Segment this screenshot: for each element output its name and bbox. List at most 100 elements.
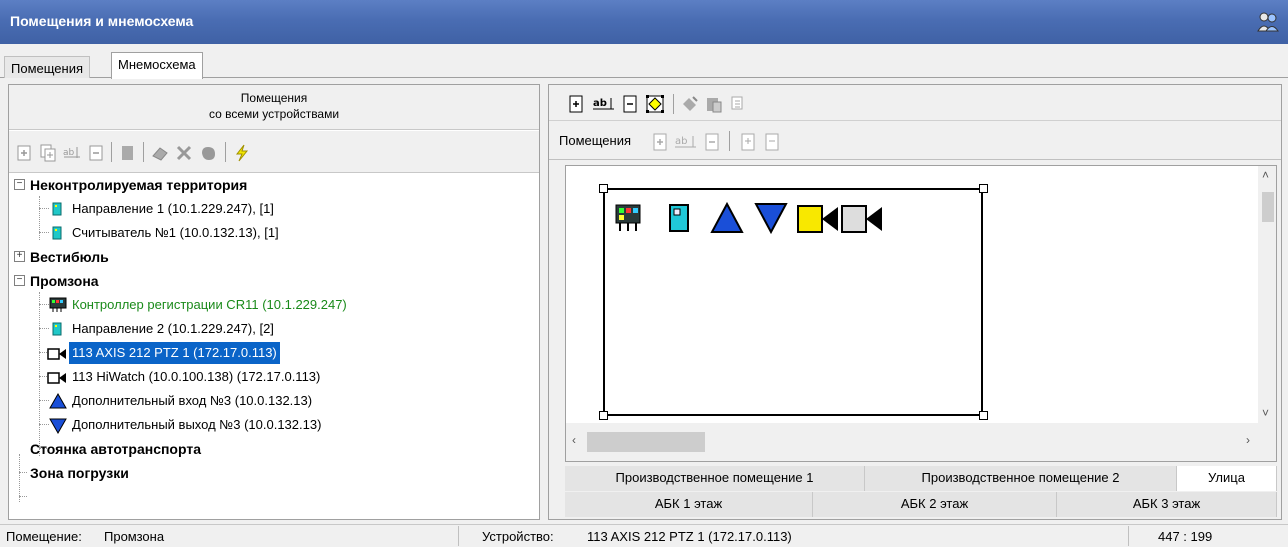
tree-item-loading-zone[interactable]: Зона погрузки bbox=[27, 462, 132, 486]
tree-item-label: Зона погрузки bbox=[30, 465, 129, 481]
eraser-icon[interactable] bbox=[151, 144, 169, 162]
select-icon[interactable] bbox=[645, 94, 665, 114]
exit-triangle-icon bbox=[49, 418, 67, 434]
svg-text:ab: ab bbox=[675, 136, 687, 147]
direction-icon bbox=[52, 322, 62, 336]
tree-item-extra-exit-3[interactable]: Дополнительный выход №3 (10.0.132.13) bbox=[69, 414, 324, 438]
tree-item-direction-1[interactable]: Направление 1 (10.1.229.247), [1] bbox=[69, 198, 277, 222]
tree-item-label: Промзона bbox=[30, 273, 99, 289]
status-coords: 447 : 199 bbox=[1158, 529, 1213, 544]
tree-item-hiwatch[interactable]: 113 HiWatch (10.0.100.138) (172.17.0.113… bbox=[69, 366, 323, 390]
add-room-icon[interactable] bbox=[15, 144, 33, 162]
stop-icon[interactable] bbox=[119, 144, 137, 162]
export-icon[interactable] bbox=[763, 133, 781, 151]
resize-handle[interactable] bbox=[979, 184, 988, 193]
plan-tabs-row-1: Производственное помещение 1 Производств… bbox=[565, 466, 1277, 491]
tree-item-label: Контроллер регистрации CR11 (10.1.229.24… bbox=[72, 297, 347, 312]
rooms-plan-toolbar: Помещения ab bbox=[549, 122, 1281, 160]
camera-icon[interactable] bbox=[796, 204, 840, 234]
status-bar: Помещение: Промзона Устройство: 113 AXIS… bbox=[0, 524, 1288, 547]
camera-icon bbox=[47, 348, 66, 360]
tree-item-controller-cr11[interactable]: Контроллер регистрации CR11 (10.1.229.24… bbox=[69, 294, 350, 318]
vertical-scrollbar[interactable]: ˄ ˅ bbox=[1258, 166, 1276, 424]
exit-triangle-icon[interactable] bbox=[754, 202, 788, 234]
scroll-down-arrow-icon[interactable]: ˅ bbox=[1262, 406, 1269, 420]
camera-icon[interactable] bbox=[840, 204, 884, 234]
delete-icon[interactable] bbox=[87, 144, 105, 162]
users-icon[interactable] bbox=[1256, 9, 1280, 33]
rename-icon[interactable]: ab bbox=[63, 144, 81, 162]
rename-room-icon[interactable]: ab bbox=[675, 133, 697, 151]
delete-room-icon[interactable] bbox=[703, 133, 721, 151]
window-title: Помещения и мнемосхема bbox=[10, 13, 194, 29]
scroll-right-arrow-icon[interactable]: › bbox=[1246, 433, 1250, 447]
tree-item-promzona[interactable]: Промзона bbox=[27, 270, 102, 294]
cross-icon[interactable] bbox=[175, 144, 193, 162]
tab-abk-floor-2[interactable]: АБК 2 этаж bbox=[813, 492, 1057, 517]
tab-abk-floor-1[interactable]: АБК 1 этаж bbox=[565, 492, 813, 517]
tree-item-uncontrolled-territory[interactable]: Неконтролируемая территория bbox=[27, 174, 250, 198]
rooms-panel-header[interactable]: Помещения со всеми устройствами bbox=[9, 85, 539, 130]
add-copy-icon[interactable] bbox=[39, 144, 57, 162]
tree-item-reader-1[interactable]: Считыватель №1 (10.0.132.13), [1] bbox=[69, 222, 282, 246]
import-icon[interactable] bbox=[739, 133, 757, 151]
status-device-value: 113 AXIS 212 PTZ 1 (172.17.0.113) bbox=[587, 529, 792, 544]
plan-tabs-row-2: АБК 1 этаж АБК 2 этаж АБК 3 этаж bbox=[565, 492, 1277, 517]
tab-rooms[interactable]: Помещения bbox=[4, 56, 91, 78]
tree-item-parking[interactable]: Стоянка автотранспорта bbox=[27, 438, 204, 462]
tree-item-label: Стоянка автотранспорта bbox=[30, 441, 201, 457]
resize-handle[interactable] bbox=[599, 184, 608, 193]
collapse-toggle[interactable]: − bbox=[14, 179, 25, 190]
rooms-panel: Помещения со всеми устройствами ab − Нек… bbox=[8, 84, 540, 520]
minus-icon[interactable] bbox=[621, 95, 639, 113]
camera-icon bbox=[47, 372, 66, 384]
tree-item-axis-212-ptz[interactable]: 113 AXIS 212 PTZ 1 (172.17.0.113) bbox=[69, 342, 280, 366]
mnemoscheme-canvas[interactable]: ˄ ˅ ‹ › bbox=[565, 165, 1277, 462]
paint-icon[interactable] bbox=[681, 95, 699, 113]
status-room-value: Промзона bbox=[104, 529, 165, 544]
direction-icon bbox=[52, 202, 62, 216]
paste-icon[interactable] bbox=[705, 95, 723, 113]
room-frame[interactable] bbox=[603, 188, 983, 416]
tree-item-vestibule[interactable]: Вестибюль bbox=[27, 246, 112, 270]
tree-item-extra-entry-3[interactable]: Дополнительный вход №3 (10.0.132.13) bbox=[69, 390, 315, 414]
tab-mnemoscheme[interactable]: Мнемосхема bbox=[111, 52, 203, 79]
collapse-toggle[interactable]: − bbox=[14, 275, 25, 286]
tree-item-label: 113 HiWatch (10.0.100.138) (172.17.0.113… bbox=[72, 369, 321, 384]
horizontal-scrollbar[interactable]: ‹ › bbox=[566, 423, 1276, 461]
resize-handle[interactable] bbox=[979, 411, 988, 420]
lightning-icon[interactable] bbox=[233, 144, 251, 162]
rooms-toolbar: ab bbox=[9, 131, 539, 173]
rooms-tree: − Неконтролируемая территория Направлени… bbox=[9, 174, 539, 519]
scroll-left-arrow-icon[interactable]: ‹ bbox=[572, 433, 576, 447]
tab-street[interactable]: Улица bbox=[1177, 466, 1277, 491]
hand-icon[interactable] bbox=[199, 144, 217, 162]
tree-item-label: 113 AXIS 212 PTZ 1 (172.17.0.113) bbox=[69, 342, 280, 364]
expand-toggle[interactable]: + bbox=[14, 251, 25, 262]
header-title: Помещения bbox=[240, 91, 308, 105]
controller-icon[interactable] bbox=[614, 203, 642, 233]
entry-triangle-icon[interactable] bbox=[710, 202, 744, 234]
reader-icon[interactable] bbox=[668, 203, 690, 233]
text-icon[interactable]: ab bbox=[593, 95, 615, 113]
tree-item-label: Считыватель №1 (10.0.132.13), [1] bbox=[72, 225, 279, 240]
copy-format-icon[interactable] bbox=[729, 95, 747, 113]
scroll-up-arrow-icon[interactable]: ˄ bbox=[1262, 168, 1269, 182]
resize-handle[interactable] bbox=[599, 411, 608, 420]
tree-item-direction-2[interactable]: Направление 2 (10.1.229.247), [2] bbox=[69, 318, 277, 342]
scroll-thumb[interactable] bbox=[587, 432, 705, 452]
tab-abk-floor-3[interactable]: АБК 3 этаж bbox=[1057, 492, 1277, 517]
scroll-thumb[interactable] bbox=[1262, 192, 1274, 222]
tab-production-room-1[interactable]: Производственное помещение 1 bbox=[565, 466, 865, 491]
add-icon[interactable] bbox=[567, 95, 585, 113]
title-bar: Помещения и мнемосхема bbox=[0, 0, 1288, 44]
tab-production-room-2[interactable]: Производственное помещение 2 bbox=[865, 466, 1177, 491]
tree-item-label: Направление 1 (10.1.229.247), [1] bbox=[72, 201, 274, 216]
entry-triangle-icon bbox=[49, 393, 67, 409]
tree-item-label: Неконтролируемая территория bbox=[30, 177, 248, 193]
add-room-icon[interactable] bbox=[651, 133, 669, 151]
status-device-label: Устройство: bbox=[482, 529, 554, 544]
tree-item-label: Направление 2 (10.1.229.247), [2] bbox=[72, 321, 274, 336]
header-subtitle: со всеми устройствами bbox=[208, 107, 340, 121]
svg-text:ab: ab bbox=[593, 98, 607, 109]
